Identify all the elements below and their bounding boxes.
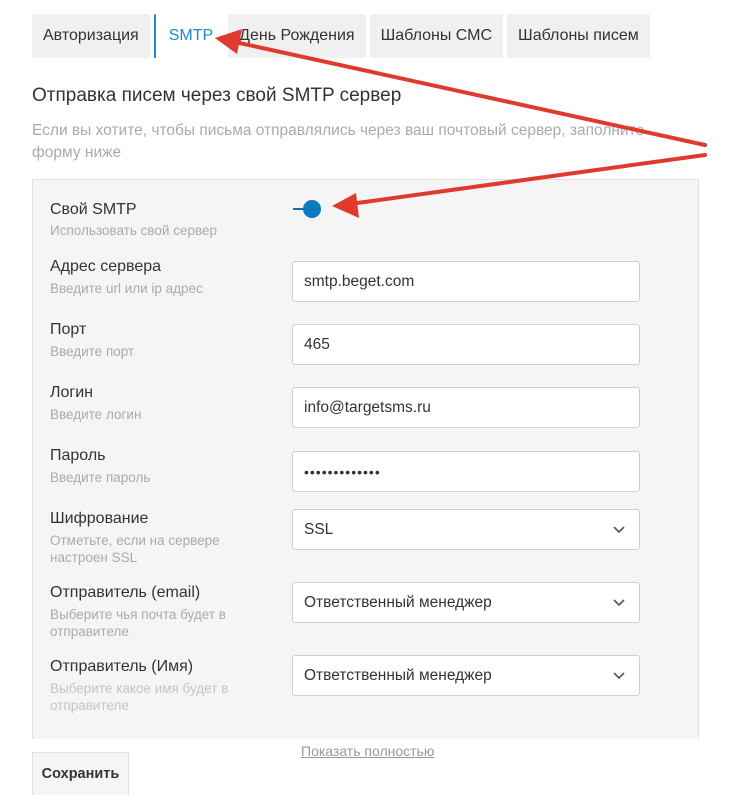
save-button[interactable]: Сохранить [32,752,129,795]
password-masked-value: ••••••••••••• [304,463,381,480]
tab-smtp[interactable]: SMTP [153,14,225,58]
encryption-row: Шифрование Отметьте, если на сервере нас… [33,509,698,570]
smtp-settings-panel: Свой SMTP Использовать свой сервер Адрес… [32,179,699,739]
toggle-knob [303,200,321,218]
chevron-down-icon [613,671,625,679]
port-row: Порт Введите порт 465 [33,321,698,371]
tab-bar: Авторизация SMTP День Рождения Шаблоны С… [32,14,654,58]
sender-name-row: Отправитель (Имя) Выберите какое имя буд… [33,655,698,718]
page-description: Если вы хотите, чтобы письма отправлялис… [32,122,645,161]
show-more-link[interactable]: Показать полностью [301,743,434,759]
smtp-toggle-switch[interactable] [293,199,323,219]
sender-email-selected-value: Ответственный менеджер [304,593,492,611]
server-label: Адрес сервера [50,258,162,275]
tab-email-templates[interactable]: Шаблоны писем [507,14,650,58]
password-label: Пароль [50,447,106,464]
smtp-toggle-row: Свой SMTP Использовать свой сервер [33,180,698,240]
password-row: Пароль Введите пароль ••••••••••••• [33,447,698,497]
sender-email-hint: Выберите чья почта будет в отправителе [50,607,226,639]
encryption-label: Шифрование [50,510,149,527]
sender-name-select[interactable]: Ответственный менеджер [292,655,640,696]
login-label: Логин [50,384,94,401]
login-row: Логин Введите логин info@targetsms.ru [33,384,698,434]
smtp-toggle-hint: Использовать свой сервер [50,223,218,238]
sender-email-select[interactable]: Ответственный менеджер [292,582,640,623]
chevron-down-icon [613,525,625,533]
sender-name-selected-value: Ответственный менеджер [304,666,492,684]
page-title: Отправка писем через свой SMTP сервер [32,85,402,106]
server-input[interactable]: smtp.beget.com [292,261,640,302]
password-input[interactable]: ••••••••••••• [292,451,640,492]
chevron-down-icon [613,598,625,606]
smtp-toggle-label: Свой SMTP [50,201,137,218]
encryption-select[interactable]: SSL [292,509,640,550]
login-input[interactable]: info@targetsms.ru [292,387,640,428]
server-row: Адрес сервера Введите url или ip адрес s… [33,258,698,308]
password-hint: Введите пароль [50,470,151,485]
port-hint: Введите порт [50,344,135,359]
sender-email-label: Отправитель (email) [50,584,201,601]
tab-sms-templates[interactable]: Шаблоны СМС [369,14,504,58]
encryption-selected-value: SSL [304,520,334,538]
sender-name-hint: Выберите какое имя будет в отправителе [50,681,229,713]
port-label: Порт [50,321,87,338]
sender-email-row: Отправитель (email) Выберите чья почта б… [33,582,698,644]
tab-authorization[interactable]: Авторизация [32,14,150,58]
tab-birthday[interactable]: День Рождения [228,14,366,58]
server-hint: Введите url или ip адрес [50,281,203,296]
sender-name-label: Отправитель (Имя) [50,658,194,675]
port-input[interactable]: 465 [292,324,640,365]
encryption-hint: Отметьте, если на сервере настроен SSL [50,533,220,565]
login-hint: Введите логин [50,407,142,422]
